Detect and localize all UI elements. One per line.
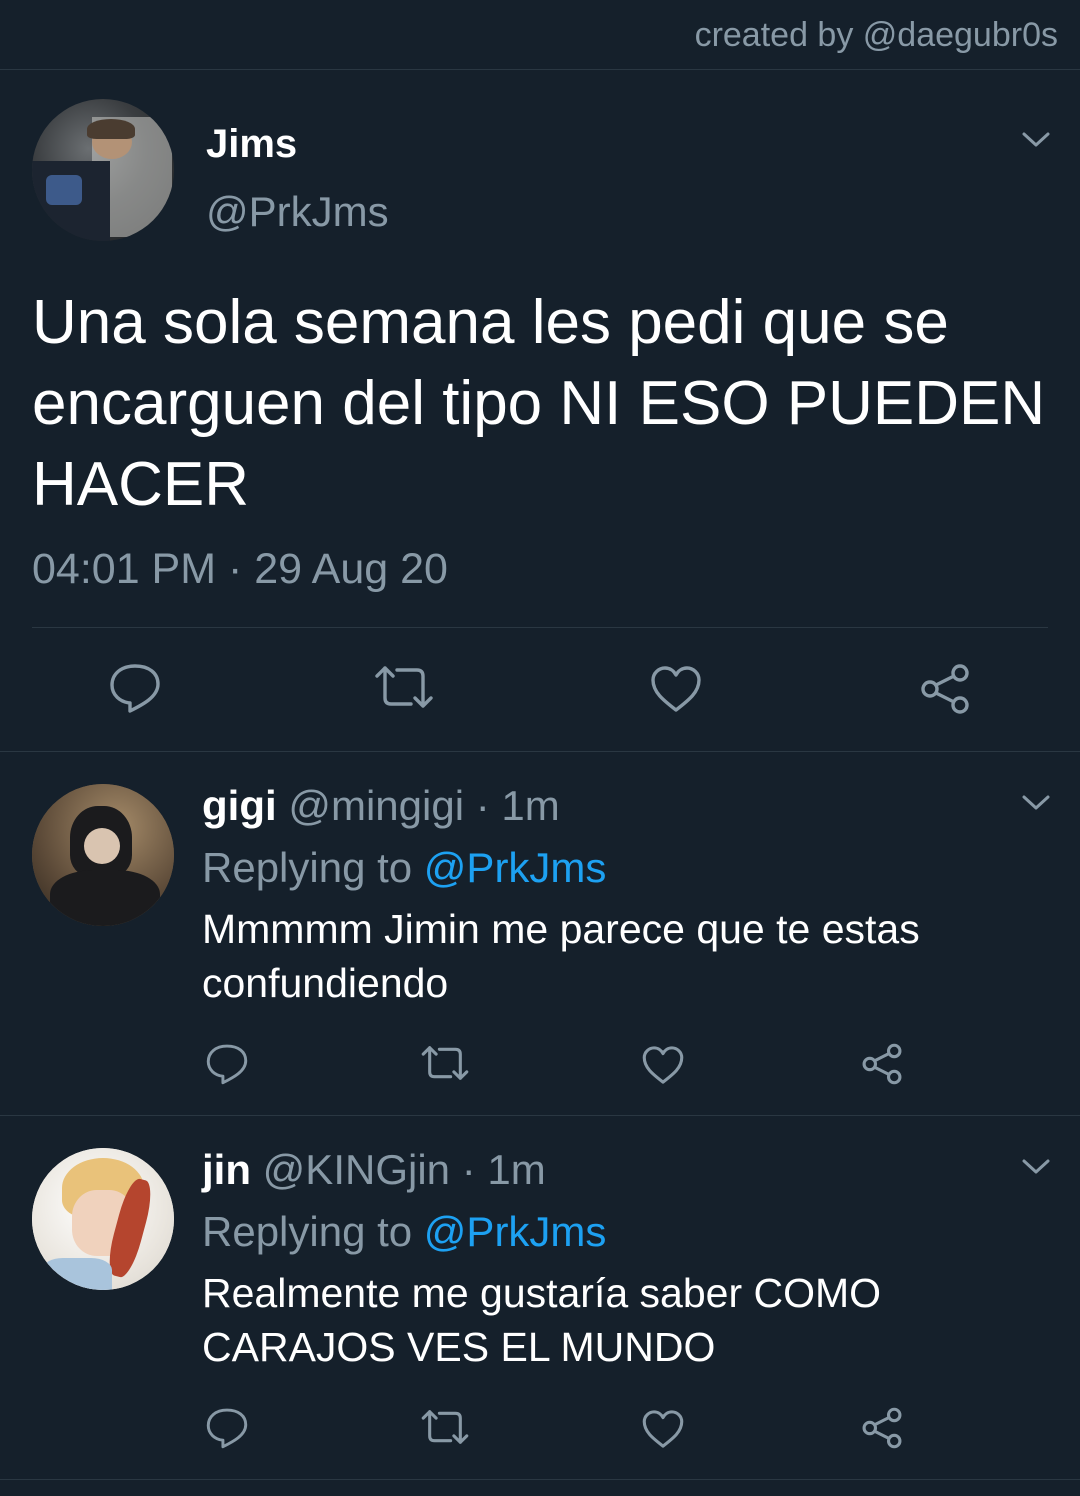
reply-text: Realmente me gustaría saber COMO CARAJOS… — [202, 1270, 882, 1370]
mention-link[interactable]: @PrkJms — [424, 844, 607, 891]
reply-icon[interactable] — [205, 1042, 249, 1086]
share-icon[interactable] — [860, 1042, 904, 1086]
reply-tweet[interactable]: gigi @mingigi · 1m Replying to @PrkJms M… — [0, 752, 1080, 1116]
avatar[interactable] — [32, 1148, 174, 1290]
display-name[interactable]: Jims — [206, 122, 297, 167]
chevron-down-icon[interactable] — [1021, 130, 1051, 150]
display-name[interactable]: gigi — [202, 782, 277, 829]
reply-icon[interactable] — [205, 1406, 249, 1450]
reply-tweet[interactable]: jin @KINGjin · 1m Replying to @PrkJms Re… — [0, 1116, 1080, 1480]
user-handle[interactable]: @KINGjin — [263, 1146, 450, 1193]
retweet-icon[interactable] — [373, 664, 435, 710]
reply-time: · 1m — [475, 782, 560, 829]
divider — [32, 627, 1048, 628]
reply-time: · 1m — [461, 1146, 546, 1193]
main-tweet: Jims @PrkJms Una sola semana les pedi qu… — [0, 70, 1080, 752]
reply-icon[interactable] — [108, 662, 162, 714]
reply-header: gigi @mingigi · 1m — [202, 782, 560, 830]
mention-link[interactable]: @PrkJms — [424, 1208, 607, 1255]
replying-to: Replying to @PrkJms — [202, 844, 606, 892]
reply-text: Mmmmm Jimin me parece que te estas confu… — [202, 906, 920, 1006]
replying-label: Replying to — [202, 844, 413, 891]
chevron-down-icon[interactable] — [1021, 1157, 1051, 1177]
reply-header: jin @KINGjin · 1m — [202, 1146, 546, 1194]
replying-to: Replying to @PrkJms — [202, 1208, 606, 1256]
display-name[interactable]: jin — [202, 1146, 251, 1193]
replying-label: Replying to — [202, 1208, 413, 1255]
tweet-text: Una sola semana les pedi que se encargue… — [32, 288, 1046, 519]
user-handle[interactable]: @PrkJms — [206, 188, 389, 236]
like-icon[interactable] — [641, 1044, 685, 1086]
avatar[interactable] — [32, 99, 174, 241]
avatar[interactable] — [32, 784, 174, 926]
user-handle[interactable]: @mingigi — [288, 782, 464, 829]
credit-text: created by @daegubr0s — [694, 16, 1058, 54]
retweet-icon[interactable] — [420, 1408, 470, 1446]
like-icon[interactable] — [649, 664, 703, 714]
credit-bar: created by @daegubr0s — [0, 0, 1080, 70]
share-icon[interactable] — [860, 1406, 904, 1450]
retweet-icon[interactable] — [420, 1044, 470, 1082]
chevron-down-icon[interactable] — [1021, 793, 1051, 813]
like-icon[interactable] — [641, 1408, 685, 1450]
tweet-timestamp[interactable]: 04:01 PM · 29 Aug 20 — [32, 545, 448, 594]
share-icon[interactable] — [918, 662, 972, 716]
